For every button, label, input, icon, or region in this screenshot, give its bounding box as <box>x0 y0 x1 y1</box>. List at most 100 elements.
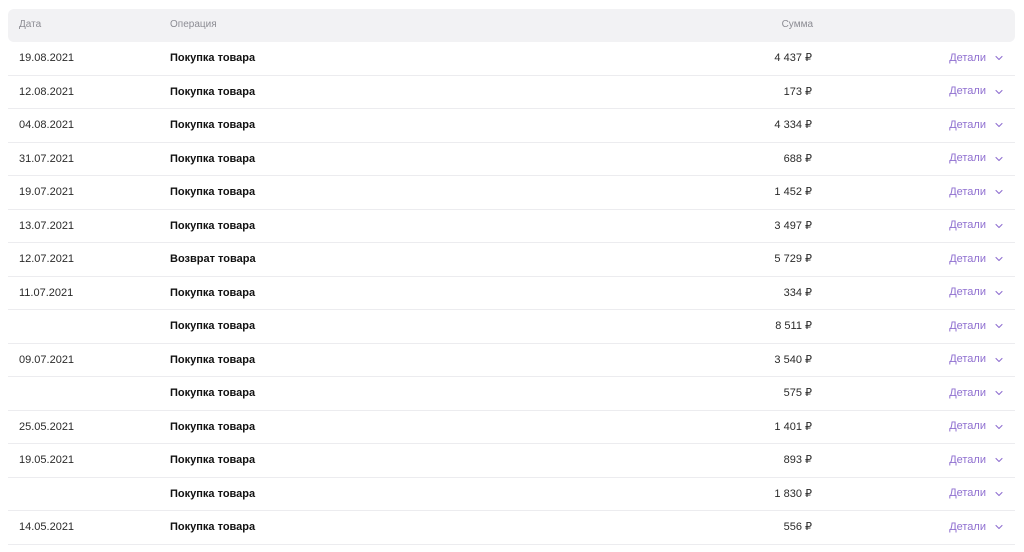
row-operation: Покупка товара <box>170 320 256 332</box>
row-operation: Покупка товара <box>170 186 256 198</box>
header-operation: Операция <box>170 19 217 30</box>
chevron-down-icon <box>995 490 1003 498</box>
details-toggle[interactable]: Детали <box>949 318 1003 334</box>
row-date: 13.07.2021 <box>19 219 75 232</box>
table-row: 14.05.2021 Покупка товара 556 ₽ Детали <box>8 511 1015 545</box>
details-toggle[interactable]: Детали <box>949 352 1003 368</box>
row-operation: Покупка товара <box>170 521 256 533</box>
table-body: 19.08.2021 Покупка товара 4 437 ₽ Детали 12.… <box>8 42 1015 545</box>
table-row: 11.07.2021 Покупка товара 334 ₽ Детали <box>8 277 1015 310</box>
details-label: Детали <box>949 85 986 97</box>
chevron-down-icon <box>995 389 1003 397</box>
details-toggle[interactable]: Детали <box>949 50 1003 66</box>
row-amount: 334 ₽ <box>783 286 812 299</box>
row-operation: Покупка товара <box>170 420 256 433</box>
table-row: 19.07.2021 Покупка товара 1 452 ₽ Детали <box>8 176 1015 210</box>
chevron-down-icon <box>995 423 1003 431</box>
details-toggle[interactable]: Детали <box>949 419 1003 435</box>
details-label: Детали <box>949 453 986 466</box>
details-label: Детали <box>949 252 986 265</box>
row-date: 31.07.2021 <box>19 152 75 165</box>
row-amount: 556 ₽ <box>783 521 812 533</box>
chevron-down-icon <box>995 289 1003 297</box>
row-date: 11.07.2021 <box>19 286 74 299</box>
row-amount: 4 437 ₽ <box>774 52 812 64</box>
details-label: Детали <box>949 185 986 198</box>
chevron-down-icon <box>995 54 1003 62</box>
row-operation: Покупка товара <box>170 487 256 500</box>
details-label: Детали <box>949 353 986 365</box>
row-amount: 1 830 ₽ <box>774 487 812 500</box>
header-amount: Сумма <box>781 19 813 30</box>
row-amount: 893 ₽ <box>783 454 812 466</box>
chevron-down-icon <box>995 456 1003 464</box>
row-date: 04.08.2021 <box>19 119 75 131</box>
details-label: Детали <box>949 386 986 399</box>
table-row: 25.05.2021 Покупка товара 1 401 ₽ Детали <box>8 411 1015 444</box>
details-label: Детали <box>949 51 986 64</box>
table-row: Покупка товара 575 ₽ Детали <box>8 377 1015 411</box>
chevron-down-icon <box>995 255 1003 263</box>
row-date: 19.05.2021 <box>19 454 75 466</box>
details-toggle[interactable]: Детали <box>949 285 1003 301</box>
details-toggle[interactable]: Детали <box>949 519 1003 535</box>
details-label: Детали <box>949 319 986 332</box>
row-date: 19.08.2021 <box>19 52 75 64</box>
chevron-down-icon <box>995 523 1003 531</box>
chevron-down-icon <box>995 155 1003 163</box>
row-operation: Покупка товара <box>170 52 256 64</box>
details-toggle[interactable]: Детали <box>949 151 1003 167</box>
chevron-down-icon <box>995 121 1003 129</box>
chevron-down-icon <box>995 356 1003 364</box>
row-date: 14.05.2021 <box>19 521 75 533</box>
row-operation: Возврат товара <box>170 253 256 265</box>
table-row: 13.07.2021 Покупка товара 3 497 ₽ Детали <box>8 210 1015 243</box>
row-amount: 688 ₽ <box>783 152 812 165</box>
row-amount: 1 401 ₽ <box>774 420 812 433</box>
row-amount: 8 511 ₽ <box>775 320 812 332</box>
table-row: Покупка товара 8 511 ₽ Детали <box>8 310 1015 344</box>
table-row: 12.08.2021 Покупка товара 173 ₽ Детали <box>8 76 1015 109</box>
details-toggle[interactable]: Детали <box>949 486 1003 502</box>
row-amount: 4 334 ₽ <box>774 119 812 131</box>
details-label: Детали <box>949 286 986 298</box>
details-toggle[interactable]: Детали <box>949 385 1003 401</box>
header-date: Дата <box>19 19 42 30</box>
row-amount: 575 ₽ <box>783 387 812 399</box>
details-toggle[interactable]: Детали <box>949 452 1003 468</box>
chevron-down-icon <box>995 188 1003 196</box>
row-date: 25.05.2021 <box>19 420 75 433</box>
details-label: Детали <box>949 520 986 533</box>
details-toggle[interactable]: Детали <box>949 184 1003 200</box>
row-operation: Покупка товара <box>170 119 256 131</box>
row-date: 19.07.2021 <box>19 186 75 198</box>
details-label: Детали <box>949 118 986 131</box>
table-row: 31.07.2021 Покупка товара 688 ₽ Детали <box>8 143 1015 176</box>
table-row: 04.08.2021 Покупка товара 4 334 ₽ Детали <box>8 109 1015 143</box>
row-operation: Покупка товара <box>170 454 256 466</box>
details-toggle[interactable]: Детали <box>949 117 1003 133</box>
row-operation: Покупка товара <box>170 286 256 299</box>
chevron-down-icon <box>995 322 1003 330</box>
details-label: Детали <box>949 420 986 432</box>
details-toggle[interactable]: Детали <box>949 251 1003 267</box>
details-label: Детали <box>949 487 986 499</box>
row-date: 12.07.2021 <box>19 253 75 265</box>
table-row: 12.07.2021 Возврат товара 5 729 ₽ Детали <box>8 243 1015 277</box>
row-date: 12.08.2021 <box>19 85 75 98</box>
row-operation: Покупка товара <box>170 85 256 98</box>
row-operation: Покупка товара <box>170 387 256 399</box>
row-operation: Покупка товара <box>170 219 256 232</box>
row-amount: 3 540 ₽ <box>774 353 812 366</box>
row-amount: 3 497 ₽ <box>774 219 812 232</box>
chevron-down-icon <box>995 222 1003 230</box>
table-row: 09.07.2021 Покупка товара 3 540 ₽ Детали <box>8 344 1015 377</box>
details-toggle[interactable]: Детали <box>949 84 1003 100</box>
table-row: Покупка товара 1 830 ₽ Детали <box>8 478 1015 511</box>
table-header: Дата Операция Сумма <box>8 9 1015 42</box>
row-date: 09.07.2021 <box>19 353 75 366</box>
details-toggle[interactable]: Детали <box>949 218 1003 234</box>
row-amount: 173 ₽ <box>783 85 812 98</box>
row-operation: Покупка товара <box>170 353 256 366</box>
table-row: 19.08.2021 Покупка товара 4 437 ₽ Детали <box>8 42 1015 76</box>
